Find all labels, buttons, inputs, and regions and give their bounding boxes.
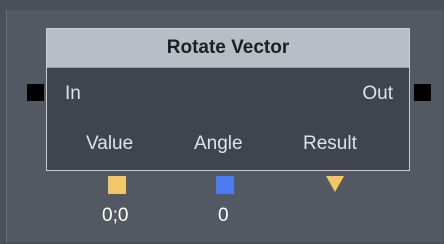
input-port[interactable] (27, 84, 44, 101)
angle-swatch[interactable] (216, 176, 234, 194)
value-swatch[interactable] (108, 176, 126, 194)
input-label: In (65, 83, 81, 104)
output-port[interactable] (414, 84, 431, 101)
value-column-label: Value (86, 133, 134, 154)
result-column-label: Result (303, 133, 357, 154)
angle-column-label: Angle (194, 133, 243, 154)
value-field[interactable]: 0;0 (102, 205, 128, 227)
result-triangle-icon[interactable] (326, 176, 344, 192)
node-title[interactable]: Rotate Vector (47, 29, 409, 68)
output-label: Out (362, 83, 393, 104)
rotate-vector-node[interactable]: Rotate Vector In Out Value Angle Result (46, 28, 410, 171)
angle-field[interactable]: 0 (218, 205, 229, 227)
